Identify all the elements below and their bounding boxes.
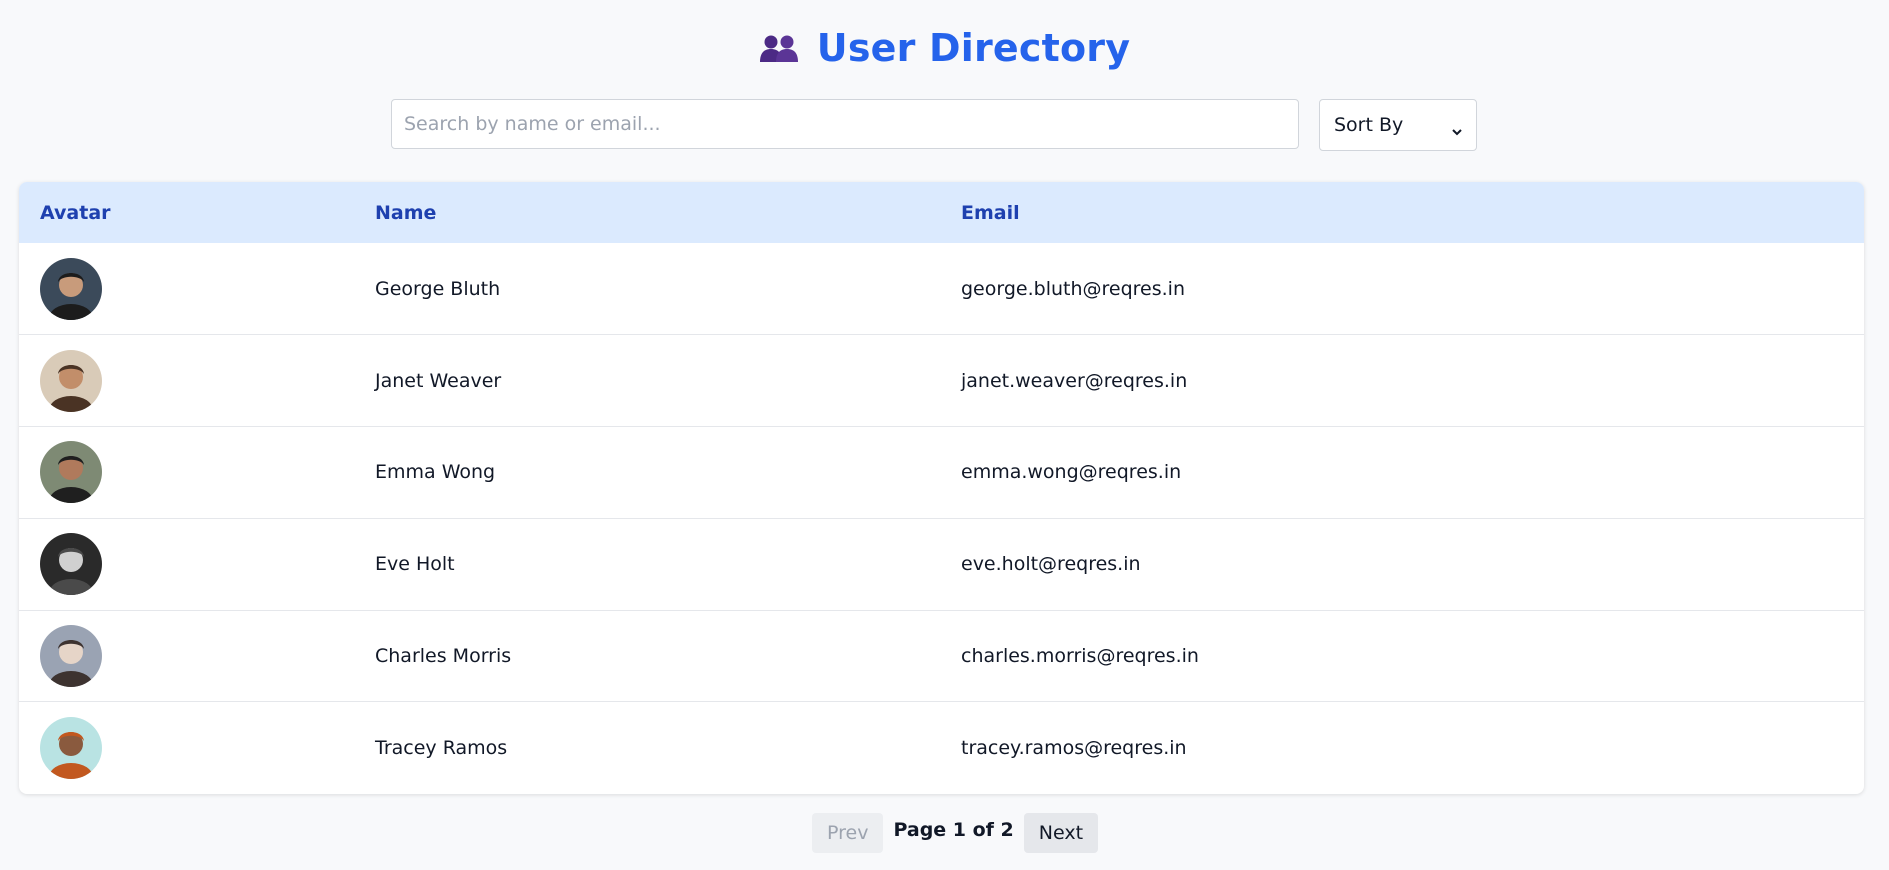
avatar [40, 349, 102, 412]
chevron-down-icon [1452, 120, 1462, 136]
table-row: Charles Morris charles.morris@reqres.in [19, 610, 1864, 702]
prev-button[interactable]: Prev [812, 813, 884, 853]
avatar [40, 717, 102, 780]
controls-bar: Sort By [391, 99, 1477, 151]
column-header-email: Email [961, 201, 1020, 224]
user-name: Tracey Ramos [375, 737, 508, 760]
table-row: Eve Holt eve.holt@reqres.in [19, 518, 1864, 610]
avatar-cell [19, 610, 375, 702]
search-input[interactable] [391, 99, 1299, 149]
user-email: janet.weaver@reqres.in [961, 369, 1188, 392]
user-email: tracey.ramos@reqres.in [961, 737, 1187, 760]
avatar [40, 441, 102, 504]
pagination: Prev Page 1 of 2 Next [812, 813, 1099, 853]
avatar-cell [19, 243, 375, 335]
user-name: Eve Holt [375, 553, 455, 576]
table-header-row: Avatar Name Email [19, 182, 1864, 243]
avatar [40, 533, 102, 596]
avatar-cell [19, 518, 375, 610]
sort-select-label: Sort By [1334, 114, 1404, 136]
page-title: User Directory [816, 26, 1131, 70]
avatar [40, 625, 102, 688]
page-info: Page 1 of 2 [893, 819, 1014, 841]
table-row: George Bluth george.bluth@reqres.in [19, 243, 1864, 335]
user-email: george.bluth@reqres.in [961, 277, 1186, 300]
user-name: George Bluth [375, 277, 501, 300]
users-table-card: Avatar Name Email George Bluth george.blu… [19, 182, 1864, 794]
next-button[interactable]: Next [1023, 813, 1099, 853]
page-header: User Directory [0, 24, 1889, 72]
user-email: emma.wong@reqres.in [961, 461, 1182, 484]
table-row: Tracey Ramos tracey.ramos@reqres.in [19, 701, 1864, 794]
users-icon [759, 32, 799, 64]
sort-select[interactable]: Sort By [1319, 99, 1477, 151]
user-email: charles.morris@reqres.in [961, 645, 1199, 668]
column-header-avatar: Avatar [40, 201, 111, 224]
avatar-cell [19, 427, 375, 519]
avatar-cell [19, 702, 375, 794]
column-header-name: Name [375, 201, 437, 224]
user-name: Janet Weaver [375, 369, 502, 392]
user-name: Charles Morris [375, 645, 512, 668]
users-table: Avatar Name Email George Bluth george.blu… [19, 182, 1864, 794]
user-name: Emma Wong [375, 461, 496, 484]
user-email: eve.holt@reqres.in [961, 553, 1141, 576]
table-row: Emma Wong emma.wong@reqres.in [19, 426, 1864, 519]
table-row: Janet Weaver janet.weaver@reqres.in [19, 334, 1864, 427]
avatar [40, 257, 102, 320]
avatar-cell [19, 335, 375, 427]
